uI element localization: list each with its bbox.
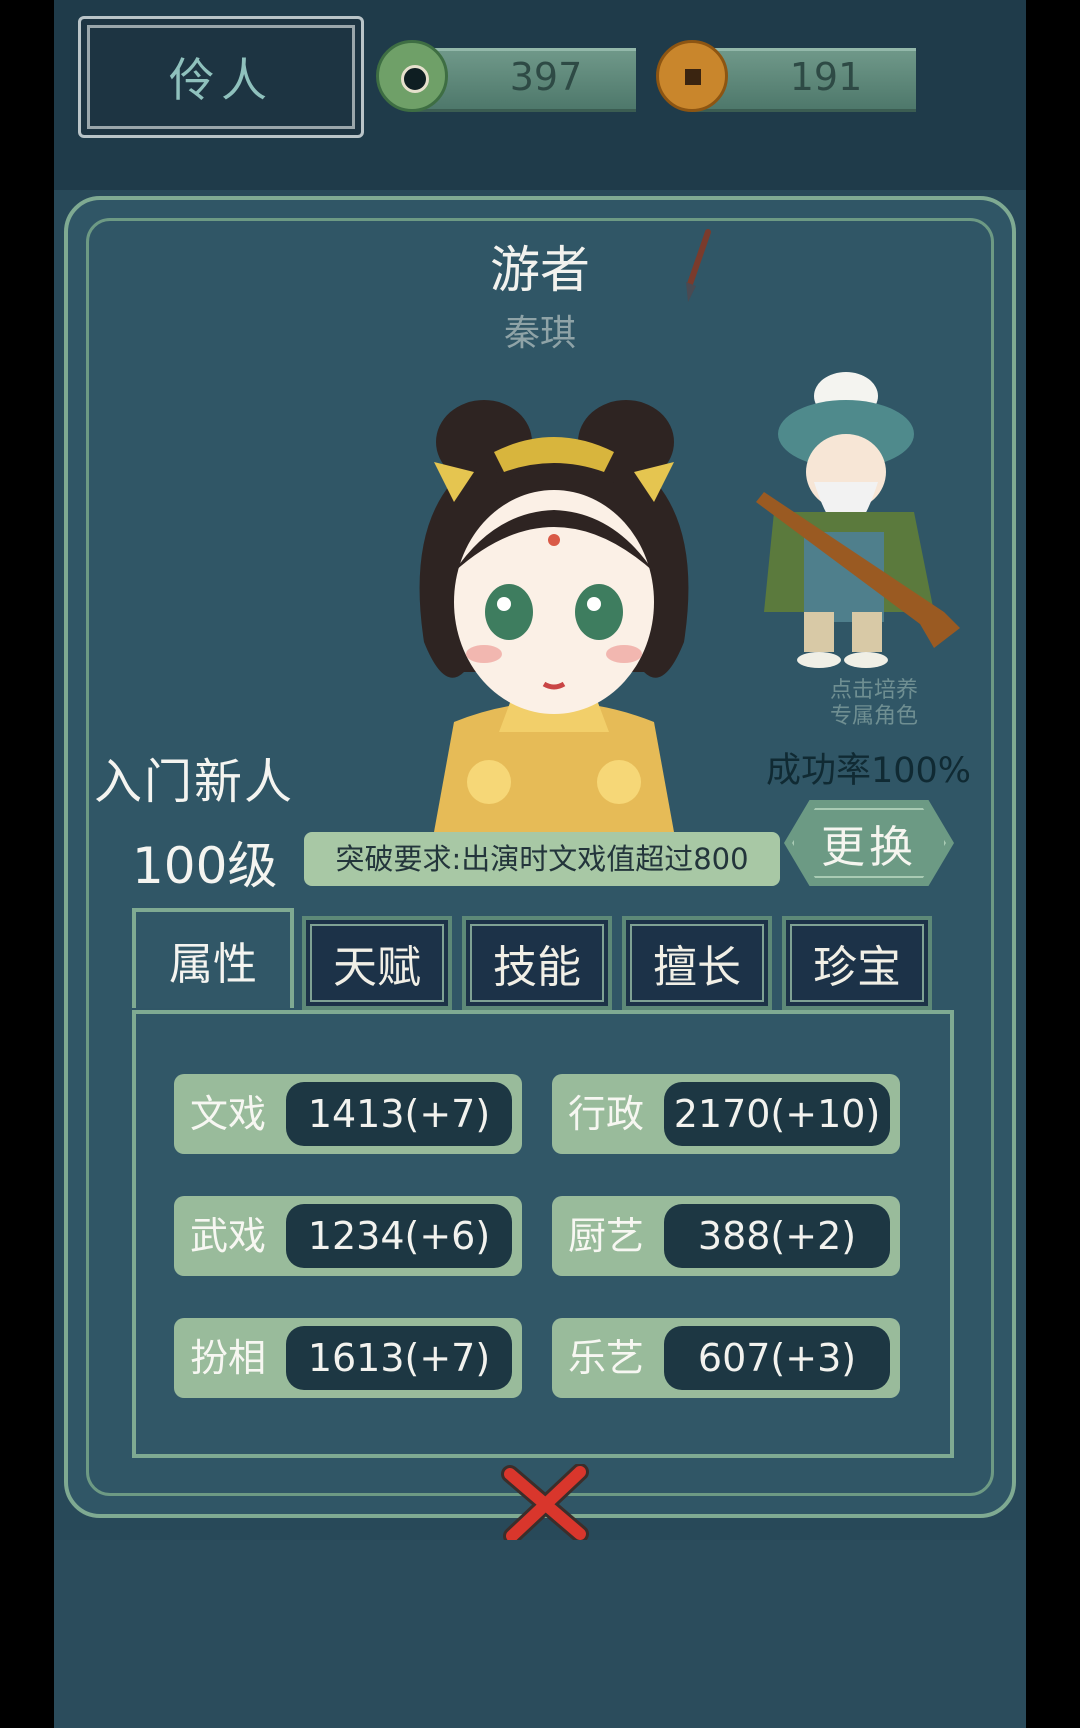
- role-title: 游者: [490, 241, 590, 299]
- stat-label: 乐艺: [568, 1336, 645, 1380]
- stat-row: 厨艺 388(+2): [552, 1196, 900, 1276]
- level-label: 100级: [132, 837, 278, 895]
- page-title-frame: 伶人: [78, 16, 364, 138]
- swap-button-border: [792, 808, 946, 878]
- stat-value: 1413(+7): [286, 1082, 512, 1146]
- coin-amount: 191: [789, 55, 863, 99]
- character-portrait: [419, 400, 689, 832]
- stat-row: 乐艺 607(+3): [552, 1318, 900, 1398]
- stat-value: 388(+2): [664, 1204, 890, 1268]
- tab-talent[interactable]: 天赋: [302, 916, 452, 1010]
- npc-character[interactable]: [734, 362, 974, 682]
- stat-row: 武戏 1234(+6): [174, 1196, 522, 1276]
- tab-specialty[interactable]: 擅长: [622, 916, 772, 1010]
- stat-value: 1613(+7): [286, 1326, 512, 1390]
- page-title: 伶人: [169, 53, 273, 107]
- stat-label: 文戏: [190, 1092, 267, 1136]
- game-screen: 伶人 397 191 游者 秦琪 点击培养 专属角色 成功率100% 入门新人 …: [54, 0, 1026, 1728]
- tab-label: 天赋: [333, 942, 421, 993]
- success-rate: 成功率100%: [766, 751, 972, 791]
- tab-label: 擅长: [653, 942, 741, 993]
- stat-label: 行政: [568, 1092, 645, 1136]
- tab-skills[interactable]: 技能: [462, 916, 612, 1010]
- jade-disc-icon: [376, 40, 448, 112]
- stat-label: 武戏: [190, 1214, 267, 1258]
- swap-button[interactable]: 更换: [784, 800, 954, 886]
- npc-hint-line2: 专属角色: [829, 704, 918, 729]
- copper-coin-icon: [656, 40, 728, 112]
- tab-label: 属性: [169, 939, 257, 990]
- stat-row: 扮相 1613(+7): [174, 1318, 522, 1398]
- character-name: 秦琪: [503, 313, 576, 354]
- jade-currency[interactable]: 397: [376, 40, 636, 112]
- npc-hint: 点击培养 专属角色: [794, 678, 954, 730]
- stat-value: 1234(+6): [286, 1204, 512, 1268]
- stat-label: 厨艺: [568, 1214, 645, 1258]
- edit-brush-icon[interactable]: [678, 228, 718, 304]
- stat-row: 行政 2170(+10): [552, 1074, 900, 1154]
- stat-label: 扮相: [190, 1336, 267, 1380]
- npc-hint-line1: 点击培养: [829, 678, 918, 703]
- stat-value: 2170(+10): [664, 1082, 890, 1146]
- swipe-hint: 向左/向右滑动预览上一个/下一个角色: [314, 1565, 766, 1596]
- tab-treasures[interactable]: 珍宝: [782, 916, 932, 1010]
- tab-label: 珍宝: [813, 942, 901, 993]
- back-button-label: 返回: [151, 1639, 255, 1693]
- close-icon[interactable]: [500, 1464, 590, 1544]
- jade-amount: 397: [509, 55, 583, 99]
- stat-value: 607(+3): [664, 1326, 890, 1390]
- stat-row: 文戏 1413(+7): [174, 1074, 522, 1154]
- tab-attributes[interactable]: 属性: [132, 908, 294, 1008]
- tab-label: 技能: [493, 942, 581, 993]
- back-button[interactable]: 返回: [78, 1618, 328, 1714]
- breakthrough-requirement: 突破要求:出演时文戏值超过800: [304, 832, 780, 886]
- coin-currency[interactable]: 191: [656, 40, 916, 112]
- rank-label: 入门新人: [94, 754, 295, 810]
